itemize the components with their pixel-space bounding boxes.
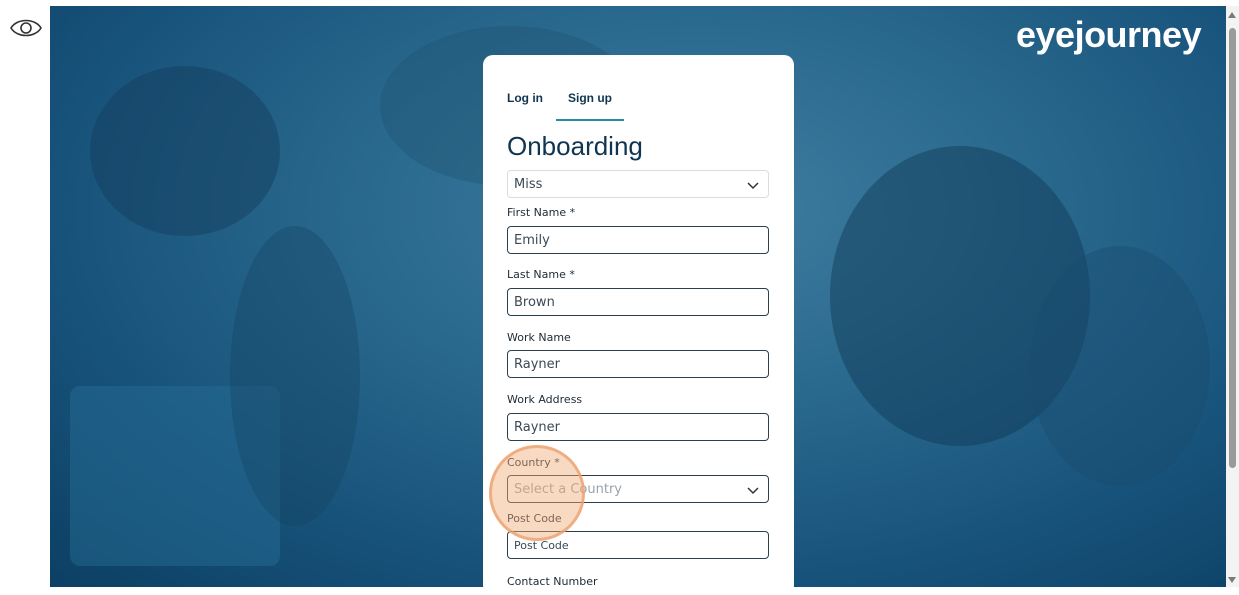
page-scrollbar[interactable]	[1226, 6, 1239, 587]
country-label: Country *	[507, 456, 560, 469]
chevron-down-icon	[747, 182, 759, 190]
onboarding-card: Log in Sign up Onboarding Miss First Nam…	[483, 55, 794, 595]
country-placeholder: Select a Country	[514, 481, 622, 497]
page-title: Onboarding	[507, 131, 643, 161]
salutation-select[interactable]: Miss	[507, 170, 769, 198]
last-name-value: Brown	[514, 294, 555, 310]
scroll-down-arrow-icon[interactable]	[1228, 577, 1236, 583]
post-code-placeholder: Post Code	[514, 538, 569, 552]
scroll-thumb[interactable]	[1229, 28, 1236, 468]
work-address-value: Rayner	[514, 419, 560, 435]
eye-icon	[10, 19, 42, 37]
work-address-field[interactable]: Rayner	[507, 413, 769, 441]
eye-icon-button[interactable]	[8, 14, 44, 42]
chevron-down-icon	[747, 487, 759, 495]
auth-tabs: Log in Sign up	[507, 91, 624, 121]
tab-log-in[interactable]: Log in	[507, 91, 543, 121]
work-name-field[interactable]: Rayner	[507, 350, 769, 378]
work-name-label: Work Name	[507, 331, 571, 344]
last-name-label: Last Name *	[507, 268, 575, 281]
first-name-value: Emily	[514, 232, 550, 248]
tab-sign-up[interactable]: Sign up	[556, 91, 624, 121]
first-name-field[interactable]: Emily	[507, 226, 769, 254]
left-rail	[0, 0, 50, 587]
post-code-label: Post Code	[507, 512, 562, 525]
salutation-value: Miss	[514, 176, 543, 192]
post-code-field[interactable]: Post Code	[507, 531, 769, 559]
work-address-label: Work Address	[507, 393, 583, 406]
country-select[interactable]: Select a Country	[507, 475, 769, 503]
scroll-up-arrow-icon[interactable]	[1228, 12, 1236, 18]
contact-number-label: Contact Number	[507, 575, 598, 588]
last-name-field[interactable]: Brown	[507, 288, 769, 316]
first-name-label: First Name *	[507, 206, 576, 219]
work-name-value: Rayner	[514, 356, 560, 372]
brand-logo: eyejourney	[1016, 14, 1202, 55]
